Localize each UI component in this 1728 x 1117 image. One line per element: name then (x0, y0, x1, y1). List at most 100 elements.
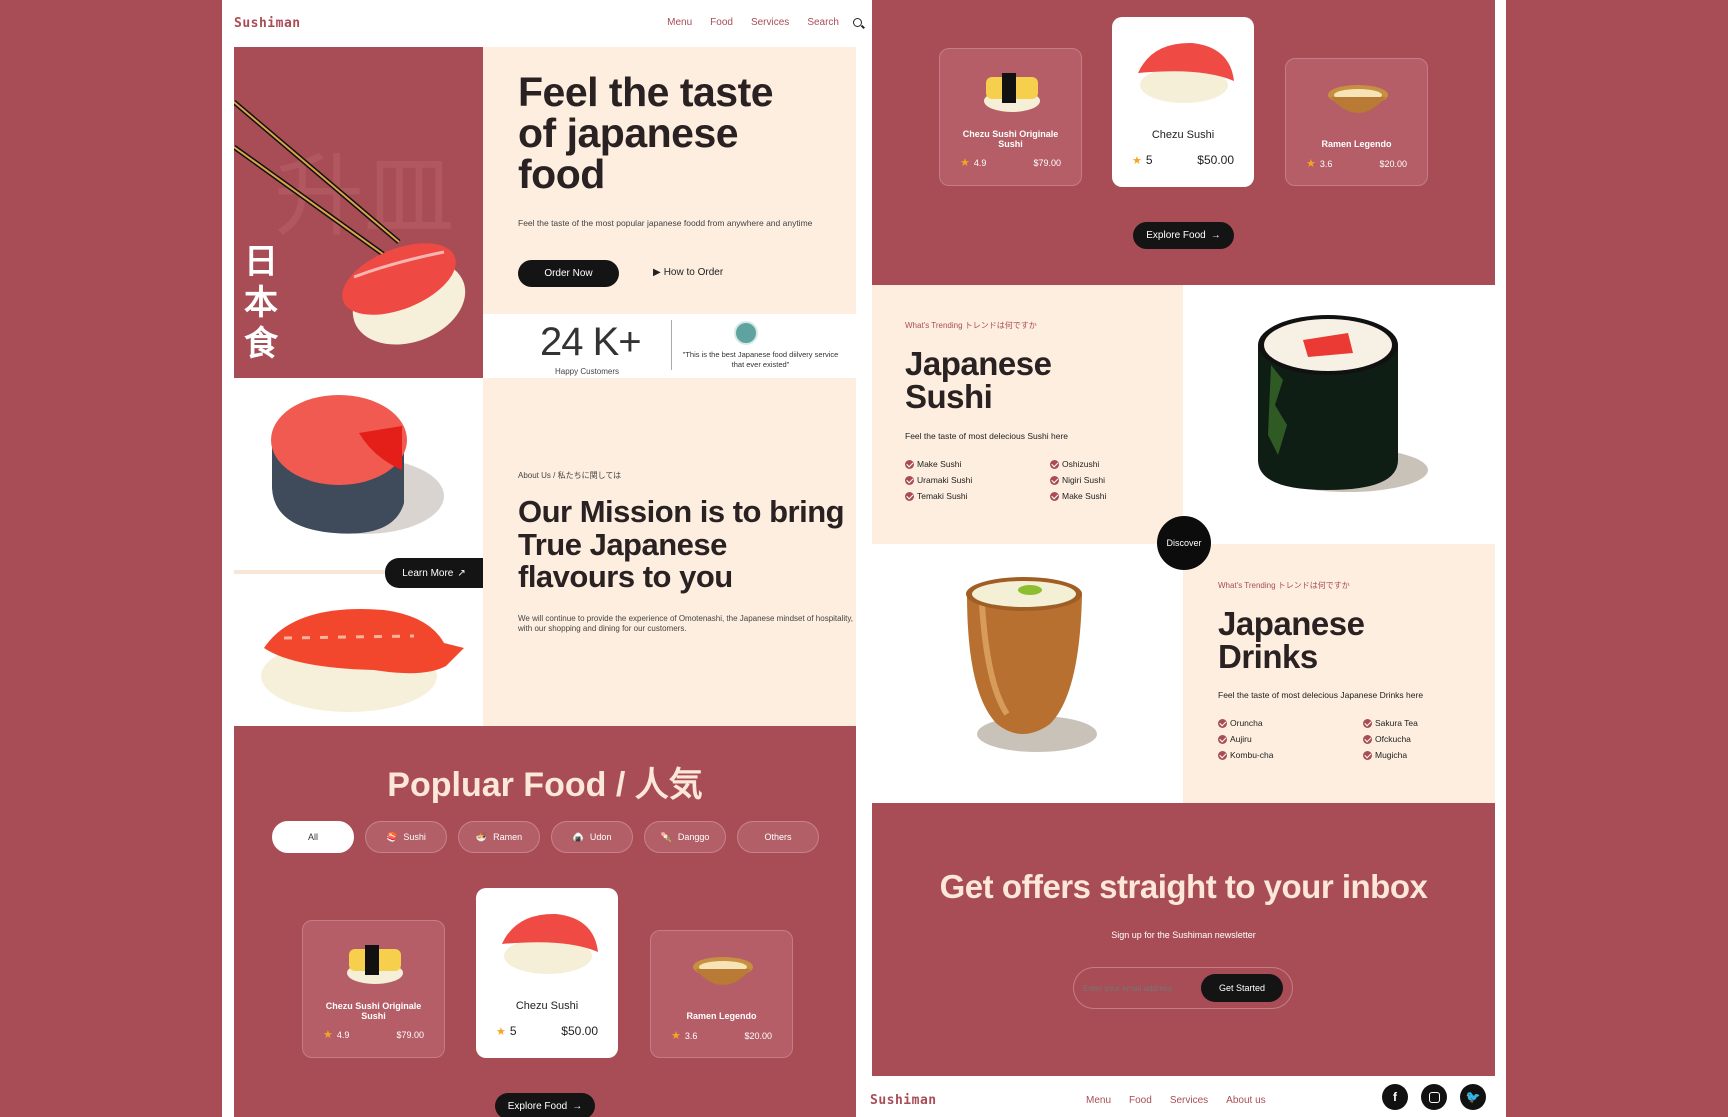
ramen-icon: 🍜 (475, 831, 488, 842)
explore-food-button[interactable]: Explore Food → (1133, 222, 1234, 249)
card-price: $79.00 (396, 1029, 424, 1040)
food-card-featured[interactable]: Chezu Sushi ★ 5 $50.00 (1112, 17, 1254, 187)
footer-menu-link[interactable]: Menu (1086, 1095, 1111, 1106)
check-icon (1050, 475, 1059, 485)
drinks-list: Oruncha Sakura Tea Aujiru Ofckucha Kombu… (1218, 718, 1483, 760)
list-item: Nigiri Sushi (1050, 475, 1170, 485)
salmon-sushi-image (502, 913, 598, 974)
food-card-featured[interactable]: Chezu Sushi ★ 5 $50.00 (476, 888, 618, 1058)
nav-food-link[interactable]: Food (710, 17, 733, 28)
tamago-sushi-image (347, 945, 403, 984)
filter-all-label: All (307, 832, 318, 842)
footer-logo[interactable]: Sushiman (870, 1093, 937, 1108)
list-item: Oshizushi (1050, 459, 1170, 469)
filter-danggo[interactable]: 🍡 Danggo (644, 821, 726, 853)
hero-image-panel: 升皿 日 本 食 (234, 47, 483, 378)
kanji-3: 食 (244, 323, 278, 364)
list-item: Make Sushi (905, 459, 1050, 469)
popular-food-section: Popluar Food / 人気 All 🍣 Sushi 🍜 Ramen 🍙 Udo… (234, 726, 856, 1117)
play-icon: ▶ (653, 267, 661, 278)
check-icon (905, 475, 914, 485)
food-card[interactable]: Ramen Legendo ★ 3.6 $20.00 (650, 930, 793, 1058)
check-icon (905, 491, 914, 501)
check-icon (905, 459, 914, 469)
card-price: $50.00 (561, 1024, 598, 1038)
customer-quote: "This is the best Japanese food diilvery… (682, 350, 839, 369)
filter-danggo-label: Danggo (677, 832, 710, 842)
filter-others[interactable]: Others (737, 821, 819, 853)
drinks-subtitle: Feel the taste of most delecious Japanes… (1218, 690, 1424, 700)
stats-divider (671, 320, 672, 370)
maki-roll-illustration (1258, 315, 1428, 492)
nav-search-link[interactable]: Search (807, 17, 839, 28)
card-rating: 5 (509, 1024, 517, 1038)
check-icon (1218, 734, 1227, 744)
food-card[interactable]: Chezu Sushi Originale Sushi ★ 4.9 $79.00 (939, 48, 1082, 186)
filter-ramen[interactable]: 🍜 Ramen (458, 821, 540, 853)
star-icon: ★ (496, 1026, 506, 1038)
filter-sushi-label: Sushi (403, 832, 426, 842)
card-meta: ★ 4.9 $79.00 (323, 1028, 424, 1041)
about-title: Our Mission is to bring True Japanese fl… (518, 494, 845, 595)
card-meta: ★ 4.9 $79.00 (960, 156, 1061, 169)
list-item: Oruncha (1218, 718, 1363, 728)
check-icon (1050, 459, 1059, 469)
filter-sushi[interactable]: 🍣 Sushi (365, 821, 447, 853)
newsletter-subtitle: Sign up for the Sushiman newsletter (1111, 930, 1256, 940)
tamago-sushi-image (984, 73, 1040, 112)
list-item: Aujiru (1218, 734, 1363, 744)
card-name: Chezu Sushi (1151, 129, 1215, 141)
filter-all[interactable]: All (272, 821, 354, 853)
list-item: Sakura Tea (1363, 718, 1483, 728)
learn-more-button[interactable]: Learn More ↗ (385, 558, 483, 588)
food-card[interactable]: Ramen Legendo ★ 3.6 $20.00 (1285, 58, 1428, 186)
arrow-right-icon: → (572, 1100, 583, 1112)
card-name: Chezu Sushi (515, 1000, 579, 1012)
explore-food-button[interactable]: Explore Food → (495, 1093, 595, 1117)
discover-button[interactable]: Discover (1157, 516, 1211, 570)
logo[interactable]: Sushiman (234, 16, 301, 31)
filter-others-label: Others (764, 832, 792, 842)
landing-page-right: Chezu Sushi Originale Sushi ★ 4.9 $79.00 … (870, 0, 1506, 1117)
list-item: Kombu-cha (1218, 750, 1363, 760)
kanji-1: 日 (244, 242, 278, 282)
footer-food-link[interactable]: Food (1129, 1095, 1152, 1106)
nav-menu-link[interactable]: Menu (667, 17, 692, 28)
food-card[interactable]: Chezu Sushi Originale Sushi ★ 4.9 $79.00 (302, 920, 445, 1058)
check-icon (1218, 750, 1227, 760)
star-icon: ★ (1132, 155, 1142, 167)
search-icon[interactable] (853, 18, 862, 27)
how-to-order-label: How to Order (663, 267, 724, 278)
card-meta: ★ 3.6 $20.00 (671, 1029, 772, 1042)
kanji-2: 本 (244, 282, 278, 323)
popular-title: Popluar Food / 人気 (387, 766, 703, 804)
drinks-trending-panel: What's Trending トレンドは何ですか Japanese Drink… (1183, 544, 1495, 803)
drinks-image-panel (872, 544, 1183, 803)
card-name: Chezu Sushi Originale Sushi (325, 1001, 422, 1022)
nav-services-link[interactable]: Services (751, 17, 789, 28)
footer-services-link[interactable]: Services (1170, 1095, 1208, 1106)
learn-more-label: Learn More (402, 567, 454, 579)
get-started-button[interactable]: Get Started (1201, 974, 1283, 1002)
card-rating: 4.9 (973, 158, 987, 168)
arrow-right-icon: → (1210, 230, 1221, 241)
filter-udon[interactable]: 🍙 Udon (551, 821, 633, 853)
udon-icon: 🍙 (572, 831, 584, 842)
list-item: Ofckucha (1363, 734, 1483, 744)
list-item: Uramaki Sushi (905, 475, 1050, 485)
sushi-trending-panel: What's Trending トレンドは何ですか Japanese Sushi… (872, 285, 1183, 544)
check-icon (1363, 734, 1372, 744)
footer-about-link[interactable]: About us (1226, 1095, 1265, 1106)
twitter-icon[interactable]: 🐦 (1460, 1084, 1486, 1110)
order-now-button[interactable]: Order Now (518, 260, 619, 287)
facebook-icon[interactable]: f (1382, 1084, 1408, 1110)
email-input[interactable] (1083, 980, 1193, 996)
card-price: $20.00 (744, 1030, 772, 1041)
card-price: $50.00 (1197, 153, 1234, 167)
how-to-order-button[interactable]: ▶ How to Order (653, 267, 723, 278)
instagram-icon[interactable] (1421, 1084, 1447, 1110)
newsletter-title: Get offers straight to your inbox (939, 868, 1428, 905)
customers-count: 24 K+ (540, 320, 642, 364)
salmon-and-shrimp-illustration (234, 395, 483, 712)
sushi-icon: 🍣 (386, 831, 398, 842)
